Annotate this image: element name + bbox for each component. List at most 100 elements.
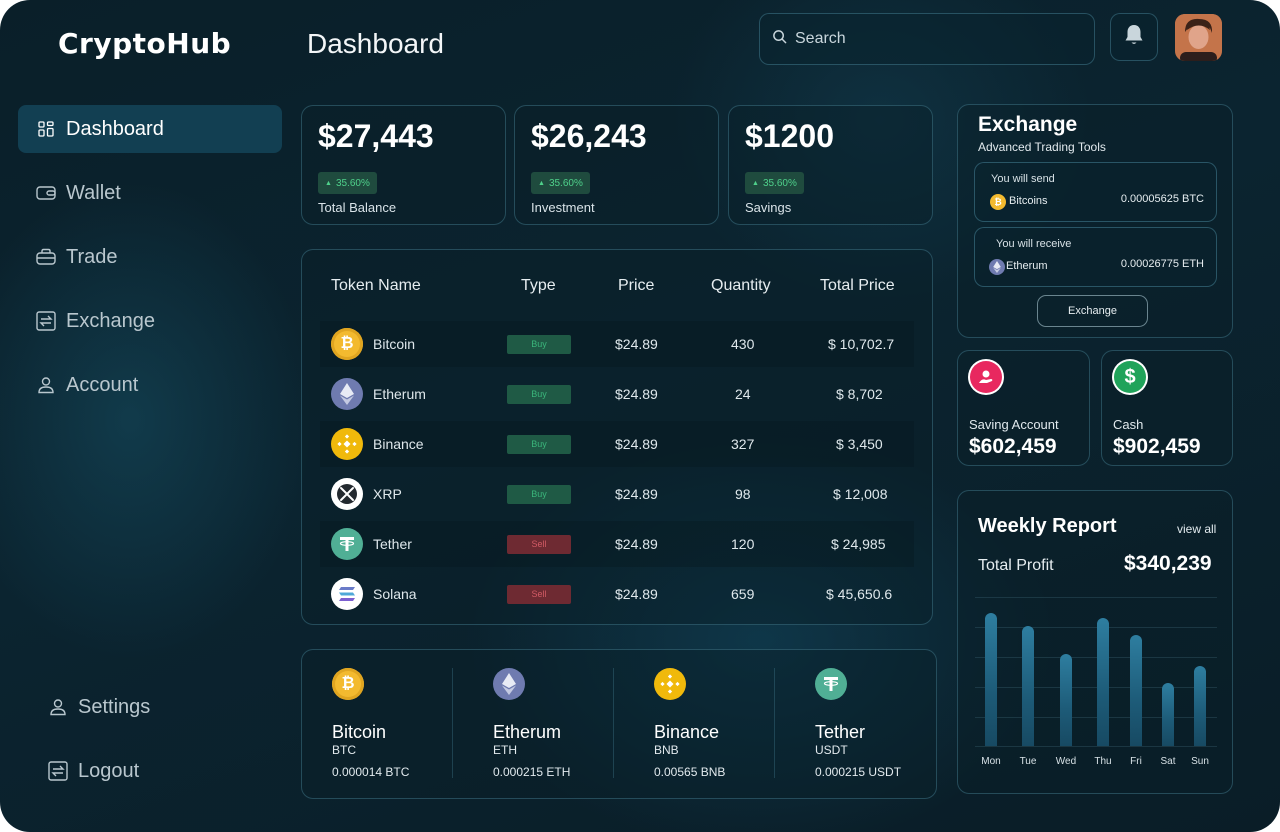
table-row[interactable]: Tether Sell $24.89 120 $ 24,985	[320, 521, 914, 567]
receive-coin: Etherum	[1006, 260, 1048, 272]
column-header-type[interactable]: Type	[521, 277, 556, 295]
user-icon	[48, 697, 68, 717]
total-price: $ 8,702	[836, 386, 883, 402]
table-row[interactable]: XRP Buy $24.89 98 $ 12,008	[320, 471, 914, 517]
account-label: Saving Account	[969, 417, 1059, 432]
token-name: Etherum	[373, 386, 426, 402]
sidebar-item-label: Logout	[78, 759, 140, 782]
column-header-token-name[interactable]: Token Name	[331, 277, 421, 295]
price: $24.89	[615, 586, 658, 602]
binance-icon	[331, 428, 363, 460]
sidebar-item-trade[interactable]: Trade	[18, 233, 282, 281]
exchange-title: Exchange	[978, 113, 1078, 136]
search-box[interactable]	[759, 13, 1095, 65]
holding-amount: 0.000215 ETH	[493, 765, 571, 779]
table-row[interactable]: Binance Buy $24.89 327 $ 3,450	[320, 421, 914, 467]
arrow-up-icon: ▲	[325, 179, 332, 187]
account-value: $602,459	[969, 435, 1057, 458]
holding-tether[interactable]: Tether USDT 0.000215 USDT	[815, 650, 965, 790]
table-row[interactable]: Solana Sell $24.89 659 $ 45,650.6	[320, 571, 914, 617]
user-avatar[interactable]	[1175, 14, 1222, 61]
view-all-link[interactable]: view all	[1177, 522, 1216, 536]
price: $24.89	[615, 386, 658, 402]
stat-card-total-balance: $27,443 ▲ 35.60% Total Balance	[301, 105, 506, 225]
table-row[interactable]: Etherum Buy $24.89 24 $ 8,702	[320, 371, 914, 417]
exchange-button[interactable]: Exchange	[1037, 295, 1148, 327]
holding-amount: 0.000014 BTC	[332, 765, 410, 779]
account-value: $902,459	[1113, 435, 1201, 458]
ethereum-icon	[989, 259, 1005, 275]
trade-icon	[36, 247, 56, 267]
send-field[interactable]: You will send ₿ Bitcoins 0.00005625 BTC	[974, 162, 1217, 222]
app-window: CryptoHub Dashboard Dashboard Wallet	[0, 0, 1280, 832]
bitcoin-icon: ₿	[332, 668, 364, 700]
change-badge: ▲ 35.60%	[531, 172, 590, 194]
token-name: Bitcoin	[373, 336, 416, 352]
day-label: Mon	[981, 756, 1001, 767]
column-header-quantity[interactable]: Quantity	[711, 277, 771, 295]
dollar-icon: $	[1114, 361, 1146, 393]
table-row[interactable]: ₿ Bitcoin Buy $24.89 430 $ 10,702.7	[320, 321, 914, 367]
tether-icon	[331, 528, 363, 560]
holding-ethereum[interactable]: Etherum ETH 0.000215 ETH	[493, 650, 643, 790]
holding-name: Binance	[654, 722, 720, 742]
receive-amount: 0.00026775 ETH	[1120, 258, 1204, 270]
holding-symbol: USDT	[815, 743, 848, 757]
day-label: Wed	[1055, 756, 1077, 767]
change-badge: ▲ 35.60%	[318, 172, 377, 194]
bar-fri	[1130, 635, 1142, 746]
app-logo: CryptoHub	[58, 27, 232, 60]
holding-binance[interactable]: Binance BNB 0.00565 BNB	[654, 650, 804, 790]
saving-account-card[interactable]: Saving Account $602,459	[957, 350, 1090, 466]
column-header-price[interactable]: Price	[618, 277, 654, 295]
holding-bitcoin[interactable]: ₿ Bitcoin BTC 0.000014 BTC	[332, 650, 482, 790]
bar-sun	[1194, 666, 1206, 746]
search-input[interactable]	[795, 30, 1075, 48]
holding-amount: 0.00565 BNB	[654, 765, 726, 779]
grid-icon	[36, 119, 56, 139]
bitcoin-icon: ₿	[990, 194, 1006, 210]
stat-card-investment: $26,243 ▲ 35.60% Investment	[514, 105, 719, 225]
holding-name: Etherum	[493, 722, 562, 742]
notification-button[interactable]	[1110, 13, 1158, 61]
wallet-icon	[36, 183, 56, 203]
price: $24.89	[615, 486, 658, 502]
total-price: $ 10,702.7	[828, 336, 895, 352]
send-amount: 0.00005625 BTC	[1120, 193, 1204, 205]
token-name: Binance	[373, 436, 424, 452]
grid-line	[975, 627, 1217, 628]
divider	[774, 668, 775, 778]
column-header-total-price[interactable]: Total Price	[820, 277, 895, 295]
bar-mon	[985, 613, 997, 746]
type-badge: Buy	[507, 334, 571, 354]
sidebar-item-dashboard[interactable]: Dashboard	[18, 105, 282, 153]
xrp-icon	[331, 478, 363, 510]
sidebar-item-settings[interactable]: Settings	[30, 683, 270, 731]
account-label: Cash	[1113, 417, 1144, 432]
page-title: Dashboard	[307, 28, 444, 59]
sidebar-item-exchange[interactable]: Exchange	[18, 297, 282, 345]
sidebar-item-wallet[interactable]: Wallet	[18, 169, 282, 217]
cash-card[interactable]: $ Cash $902,459	[1101, 350, 1233, 466]
binance-icon	[654, 668, 686, 700]
savings-icon	[970, 361, 1002, 393]
stat-value: $26,243	[531, 118, 647, 154]
type-badge: Buy	[507, 484, 571, 504]
user-icon	[36, 375, 56, 395]
total-profit-label: Total Profit	[978, 557, 1054, 574]
sidebar-item-label: Wallet	[66, 181, 121, 204]
sidebar-item-account[interactable]: Account	[18, 361, 282, 409]
solana-icon	[331, 578, 363, 610]
price: $24.89	[615, 436, 658, 452]
quantity: 659	[731, 586, 755, 602]
sidebar-item-logout[interactable]: Logout	[30, 747, 270, 795]
holding-name: Tether	[815, 722, 866, 742]
quantity: 120	[731, 536, 755, 552]
ethereum-icon	[493, 668, 525, 700]
receive-field[interactable]: You will receive Etherum 0.00026775 ETH	[974, 227, 1217, 287]
grid-line	[975, 657, 1217, 658]
receive-label: You will receive	[996, 238, 1072, 250]
stat-value: $1200	[745, 118, 834, 154]
token-name: XRP	[373, 486, 402, 502]
exchange-icon	[36, 311, 56, 331]
